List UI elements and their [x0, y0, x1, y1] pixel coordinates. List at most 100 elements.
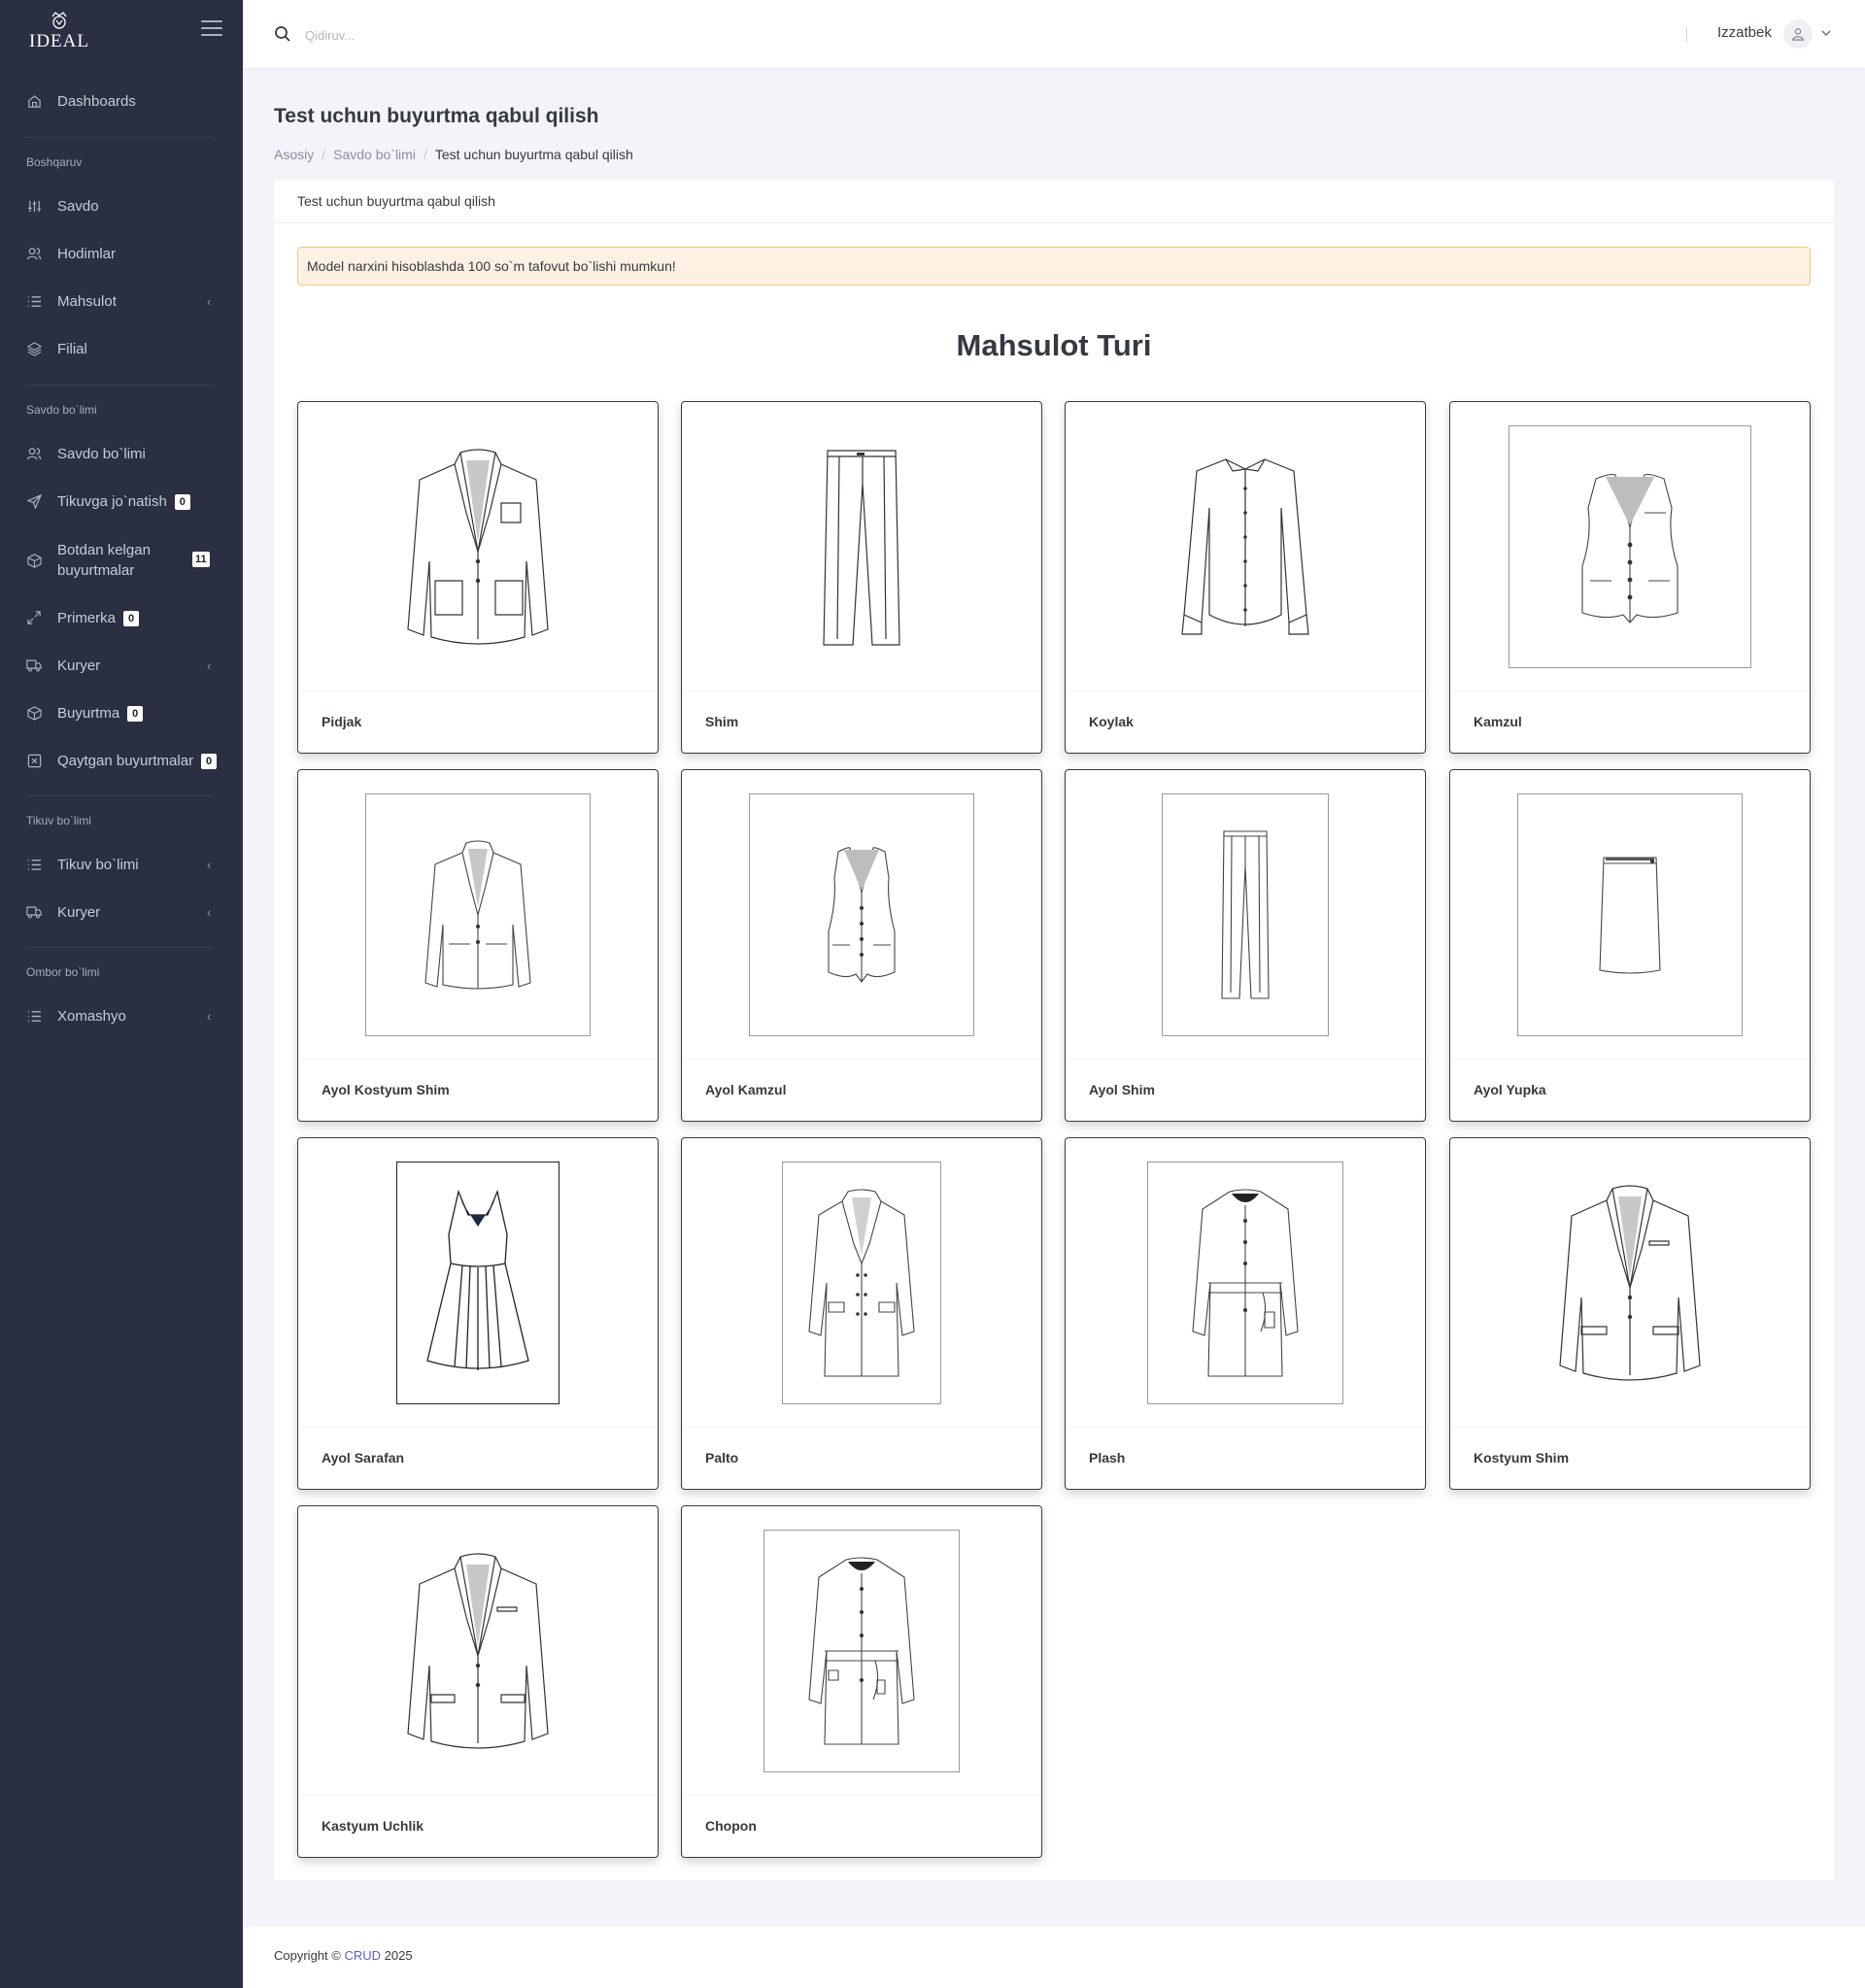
logo[interactable]: IDEAL [29, 8, 89, 54]
section-title-ombor: Ombor bo`limi [26, 965, 100, 979]
sidebar-item-label: Botdan kelgan [57, 542, 151, 558]
list-icon [26, 857, 42, 872]
product-name: Ayol Kostyum Shim [322, 1082, 450, 1097]
sidebar-item-qaytgan[interactable]: Qaytgan buyurtmalar 0 [0, 741, 243, 780]
home-icon [26, 93, 42, 109]
sidebar-divider [26, 795, 214, 796]
count-badge: 0 [127, 705, 144, 722]
raincoat-sketch-icon [1192, 1188, 1299, 1377]
product-card-koylak[interactable]: Koylak [1065, 401, 1426, 754]
sidebar-item-mahsulot[interactable]: Mahsulot ‹ [0, 282, 243, 320]
product-image [682, 1138, 1041, 1427]
box-icon [26, 705, 42, 721]
topbar-separator [1686, 27, 1687, 43]
product-card-ayol-shim[interactable]: Ayol Shim [1065, 769, 1426, 1122]
warning-alert: Model narxini hisoblashda 100 so`m tafov… [297, 247, 1811, 286]
avatar[interactable] [1783, 19, 1813, 49]
product-card-kastyum-uchlik[interactable]: Kastyum Uchlik [297, 1505, 659, 1858]
sliders-icon [26, 198, 42, 214]
women-trousers-sketch-icon [1221, 829, 1270, 999]
count-badge: 0 [201, 753, 218, 769]
sidebar-item-label: Savdo [57, 197, 99, 215]
sidebar-item-kuryer[interactable]: Kuryer ‹ [0, 646, 243, 685]
section-title-boshqaruv: Boshqaruv [26, 155, 83, 169]
count-badge: 11 [192, 552, 210, 567]
sidebar-item-buyurtma[interactable]: Buyurtma 0 [0, 693, 243, 732]
product-card-palto[interactable]: Palto [681, 1137, 1042, 1490]
product-name: Ayol Shim [1089, 1082, 1155, 1097]
shirt-sketch-icon [1181, 457, 1309, 635]
product-image [298, 402, 658, 691]
truck-icon [26, 657, 42, 673]
section-title-savdo: Savdo bo`limi [26, 403, 97, 417]
sidebar-item-label: Tikuvga jo`natish [57, 492, 167, 510]
product-image [298, 1138, 658, 1427]
sidebar-item-xomashyo[interactable]: Xomashyo ‹ [0, 996, 243, 1035]
menu-toggle-icon[interactable] [201, 20, 222, 40]
sidebar-item-hodimlar[interactable]: Hodimlar [0, 234, 243, 273]
product-card-kamzul[interactable]: Kamzul [1449, 401, 1811, 754]
sidebar-item-tikuv-bolimi[interactable]: Tikuv bo`limi ‹ [0, 845, 243, 884]
product-image [1450, 1138, 1810, 1427]
product-name: Kastyum Uchlik [322, 1818, 424, 1834]
chevron-left-icon: ‹ [207, 1008, 212, 1024]
sidebar-item-kuryer-2[interactable]: Kuryer ‹ [0, 893, 243, 931]
product-name: Pidjak [322, 714, 362, 729]
sidebar-item-filial[interactable]: Filial [0, 329, 243, 368]
product-card-kostyum-shim[interactable]: Kostyum Shim [1449, 1137, 1811, 1490]
product-card-ayol-yupka[interactable]: Ayol Yupka [1449, 769, 1811, 1122]
layers-icon [26, 341, 42, 356]
sidebar-item-label: Kuryer [57, 657, 101, 674]
footer-link[interactable]: CRUD [344, 1948, 381, 1963]
product-image [1066, 1138, 1425, 1427]
count-badge: 0 [123, 610, 140, 626]
women-jacket-sketch-icon [424, 839, 531, 990]
product-card-footer: Pidjak [298, 691, 658, 753]
product-card-footer: Kamzul [1450, 691, 1810, 753]
product-card-ayol-kamzul[interactable]: Ayol Kamzul [681, 769, 1042, 1122]
product-name: Ayol Sarafan [322, 1450, 405, 1466]
product-image [682, 1506, 1041, 1795]
chevron-left-icon: ‹ [207, 857, 212, 872]
card-header: Test uchun buyurtma qabul qilish [274, 181, 1834, 223]
product-image [298, 1506, 658, 1795]
product-card-footer: Kastyum Uchlik [298, 1795, 658, 1857]
coat-sketch-icon [808, 1188, 915, 1377]
sidebar-item-tikuvga[interactable]: Tikuvga jo`natish 0 [0, 482, 243, 521]
sidebar-divider [26, 385, 214, 386]
product-image [1450, 770, 1810, 1059]
skirt-sketch-icon [1599, 856, 1661, 974]
product-card-chopon[interactable]: Chopon [681, 1505, 1042, 1858]
product-card-shim[interactable]: Shim [681, 401, 1042, 754]
product-card-ayol-kostyum-shim[interactable]: Ayol Kostyum Shim [297, 769, 659, 1122]
crown-logo-icon [51, 12, 67, 29]
section-title: Mahsulot Turi [956, 328, 1152, 362]
sidebar-item-botdan[interactable]: Botdan kelgan buyurtmalar 11 [0, 540, 243, 581]
chevron-down-icon[interactable] [1820, 26, 1832, 43]
sidebar-item-label: Buyurtma [57, 704, 120, 722]
suit-sketch-icon [1559, 1184, 1701, 1381]
list-icon [26, 293, 42, 309]
search-icon[interactable] [274, 25, 291, 47]
sidebar-item-savdo[interactable]: Savdo [0, 186, 243, 225]
sidebar-item-primerka[interactable]: Primerka 0 [0, 598, 243, 637]
product-card-footer: Ayol Shim [1066, 1059, 1425, 1121]
username[interactable]: Izzatbek [1717, 24, 1772, 41]
breadcrumb-link-home[interactable]: Asosiy [274, 147, 314, 162]
search-input[interactable] [305, 23, 694, 47]
product-card-footer: Ayol Kostyum Shim [298, 1059, 658, 1121]
product-name: Kostyum Shim [1474, 1450, 1570, 1466]
product-card-footer: Ayol Kamzul [682, 1059, 1041, 1121]
sidebar-item-dashboards[interactable]: Dashboards [0, 82, 243, 120]
sidebar-item-label: Savdo bo`limi [57, 445, 146, 462]
product-card-plash[interactable]: Plash [1065, 1137, 1426, 1490]
product-card-pidjak[interactable]: Pidjak [297, 401, 659, 754]
sidebar-item-label: Qaytgan buyurtmalar [57, 752, 194, 769]
product-name: Palto [705, 1450, 739, 1466]
product-card-ayol-sarafan[interactable]: Ayol Sarafan [297, 1137, 659, 1490]
robe-sketch-icon [808, 1556, 915, 1745]
breadcrumb-separator: / [423, 147, 427, 162]
chevron-left-icon: ‹ [207, 293, 212, 309]
breadcrumb-link-savdo[interactable]: Savdo bo`limi [333, 147, 416, 162]
sidebar-item-savdo-bolimi[interactable]: Savdo bo`limi [0, 434, 243, 473]
